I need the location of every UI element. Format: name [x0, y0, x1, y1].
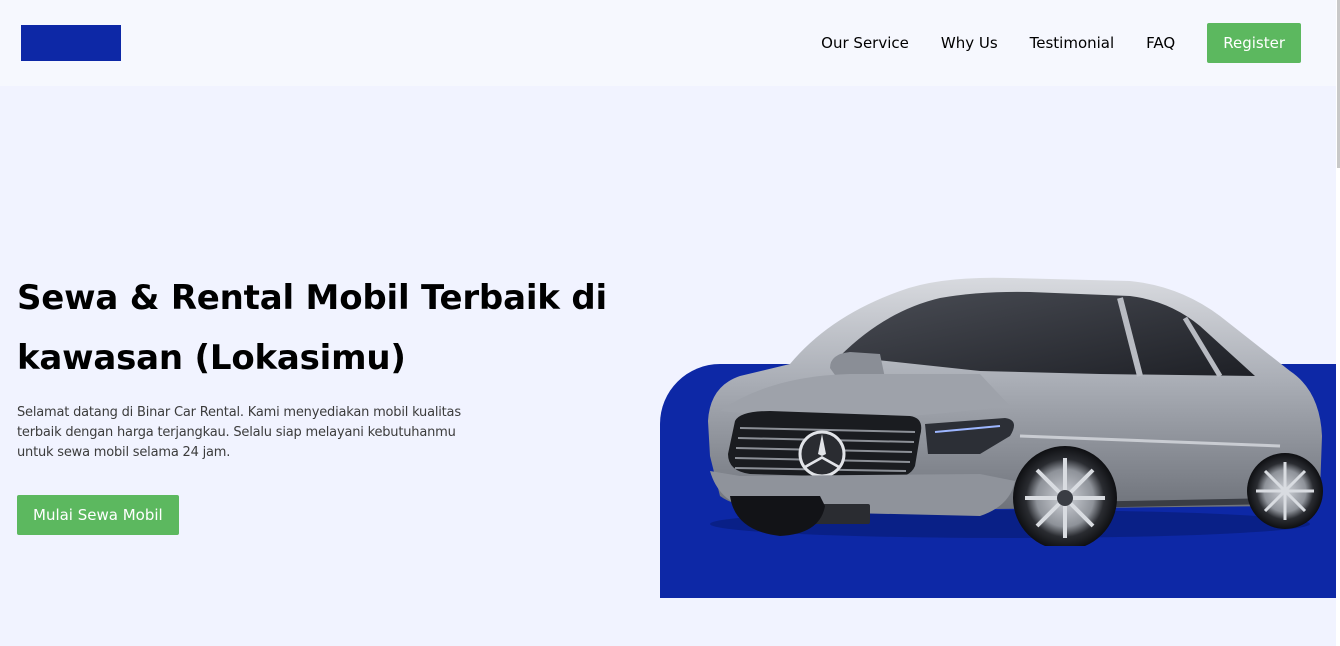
page-scrollbar[interactable]	[1336, 0, 1340, 646]
nav-link-faq[interactable]: FAQ	[1146, 34, 1175, 52]
nav-link-why-us[interactable]: Why Us	[941, 34, 998, 52]
hero-description: Selamat datang di Binar Car Rental. Kami…	[17, 405, 461, 460]
car-image	[708, 277, 1323, 546]
nav-links: Our Service Why Us Testimonial FAQ Regis…	[821, 23, 1301, 63]
nav-link-testimonial[interactable]: Testimonial	[1030, 34, 1115, 52]
start-rent-button[interactable]: Mulai Sewa Mobil	[17, 495, 179, 535]
register-button[interactable]: Register	[1207, 23, 1301, 63]
nav-link-our-service[interactable]: Our Service	[821, 34, 909, 52]
hero-section: Sewa & Rental Mobil Terbaik di kawasan (…	[0, 86, 1336, 646]
logo[interactable]	[21, 25, 121, 61]
hero-title: Sewa & Rental Mobil Terbaik di kawasan (…	[17, 278, 607, 378]
navbar: Our Service Why Us Testimonial FAQ Regis…	[0, 0, 1336, 86]
